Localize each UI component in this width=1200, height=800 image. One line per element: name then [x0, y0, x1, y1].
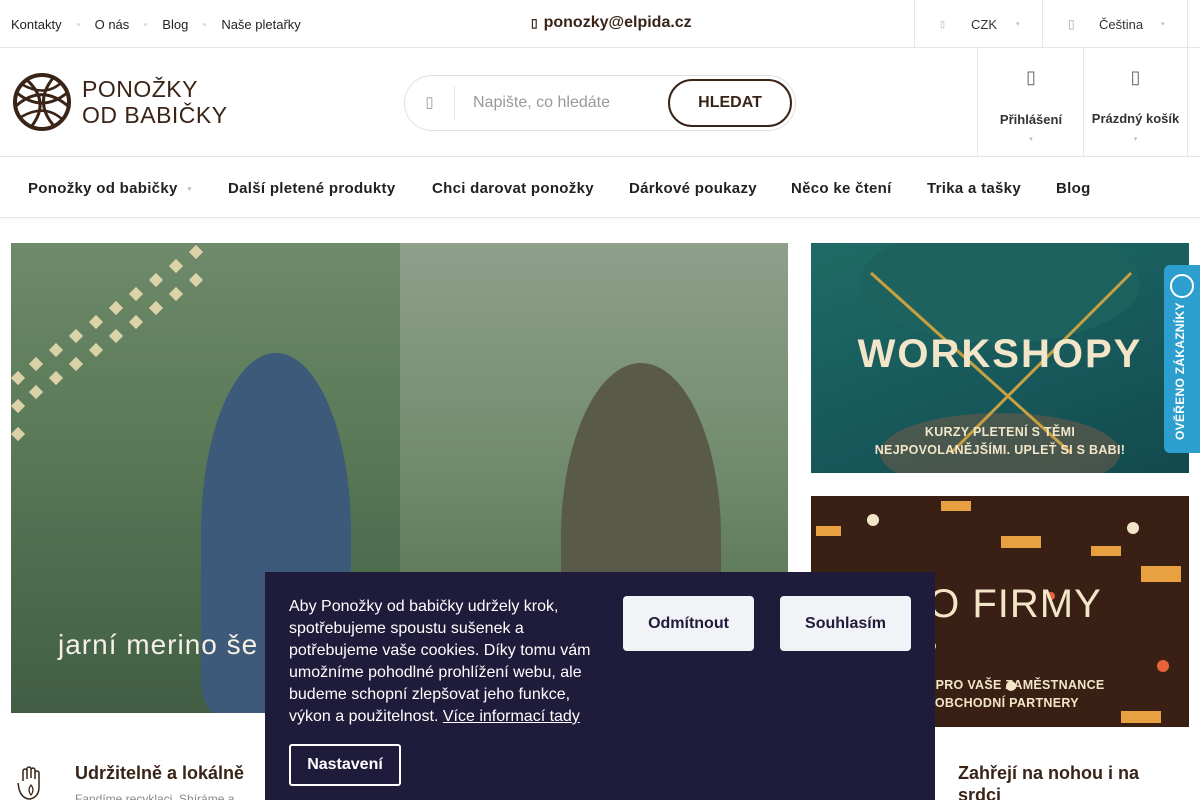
chevron-down-icon: ▾ [1029, 136, 1033, 143]
nav-label: Ponožky od babičky [28, 180, 178, 197]
email-link[interactable]: ▯ ponozky@elpida.cz [531, 14, 692, 32]
search-icon: ▯ [405, 86, 455, 120]
cart-label: Prázdný košík [1091, 111, 1180, 126]
hand-leaf-icon [17, 766, 40, 800]
subtitle-line: KURZY PLETENÍ S TĚMI [924, 425, 1076, 439]
workshop-banner[interactable]: WORKSHOPY KURZY PLETENÍ S TĚMI NEJPOVOLA… [811, 243, 1189, 473]
nav-item-blog[interactable]: Blog [1056, 180, 1091, 197]
workshop-subtitle: KURZY PLETENÍ S TĚMI NEJPOVOLANĚJŠÍMI. U… [811, 423, 1189, 459]
chevron-down-icon: ▾ [1161, 21, 1165, 28]
yarn-ball-icon [13, 73, 71, 131]
top-link-label: Kontakty [11, 16, 62, 32]
cookie-message: Aby Ponožky od babičky udržely krok, spo… [289, 598, 591, 725]
chevron-down-icon: ▾ [187, 186, 192, 194]
separator-dot [203, 22, 207, 26]
top-link-label: O nás [94, 16, 130, 32]
currency-label: CZK [971, 16, 997, 32]
login-label: Přihlášení [999, 112, 1063, 127]
top-link-label: Blog [162, 16, 189, 32]
feature-title-line: srdci [958, 785, 1002, 800]
nav-item-poukazy[interactable]: Dárkové poukazy [629, 180, 757, 197]
cart-button[interactable]: ▯ Prázdný košík ▾ [1083, 48, 1188, 156]
hero-text: jarní merino še [58, 629, 259, 660]
top-bar: Kontakty O nás Blog Naše pletařky ▯ pono… [0, 0, 1200, 48]
feature-title: Zahřejí na nohou i na srdci [958, 762, 1139, 800]
search-input[interactable] [473, 94, 663, 112]
user-icon: ▯ [1026, 67, 1036, 87]
logo-line: PONOŽKY [82, 76, 198, 102]
top-links: Kontakty O nás Blog Naše pletařky [11, 0, 301, 48]
search-bar: ▯ HLEDAT [404, 75, 796, 131]
feature-title-line: Zahřejí na nohou i na [958, 763, 1140, 783]
top-link-label: Naše pletařky [221, 16, 301, 32]
verified-badge-text: OVĚŘENO ZÁKAZNÍKY [1173, 302, 1187, 440]
cookie-reject-button[interactable]: Odmítnout [623, 596, 754, 651]
subtitle-line: NEJPOVOLANĚJŠÍMI. UPLEŤ SI S BABI! [874, 443, 1126, 457]
header: PONOŽKY OD BABIČKY ▯ HLEDAT ▯ Přihlášení… [0, 48, 1200, 157]
search-button[interactable]: HLEDAT [668, 79, 792, 127]
language-selector[interactable]: ▯ Čeština ▾ [1042, 0, 1188, 48]
cookie-consent: Aby Ponožky od babičky udržely krok, spo… [265, 572, 935, 800]
logo-text: PONOŽKY OD BABIČKY [82, 76, 228, 128]
top-link-pletarky[interactable]: Naše pletařky [221, 17, 300, 32]
cart-icon: ▯ [1130, 67, 1141, 87]
top-link-o-nas[interactable]: O nás [95, 17, 163, 32]
currency-icon: ▯ [940, 18, 945, 29]
currency-selector[interactable]: ▯ CZK ▾ [914, 0, 1043, 48]
separator-dot [76, 22, 80, 26]
cookie-settings-button[interactable]: Nastavení [289, 744, 401, 786]
main-nav: Ponožky od babičky ▾ Další pletené produk… [0, 158, 1200, 218]
email-text: ponozky@elpida.cz [543, 14, 692, 31]
language-label: Čeština [1099, 16, 1144, 32]
feature-text: Fandíme recyklaci. Shíráme a [75, 792, 235, 800]
logo-line: OD BABIČKY [82, 102, 228, 128]
feature-warm: Zahřejí na nohou i na srdci [958, 762, 1139, 800]
nav-item-trika[interactable]: Trika a tašky [927, 180, 1021, 197]
nav-item-darovat[interactable]: Chci darovat ponožky [432, 180, 594, 197]
login-button[interactable]: ▯ Přihlášení ▾ [977, 48, 1084, 156]
seal-icon [1170, 274, 1194, 298]
feature-title: Udržitelně a lokálně [75, 763, 245, 783]
top-link-blog[interactable]: Blog [162, 17, 221, 32]
envelope-icon: ▯ [531, 16, 538, 30]
cookie-accept-button[interactable]: Souhlasím [780, 596, 911, 651]
pattern-decoration [11, 244, 204, 442]
globe-icon: ▯ [1068, 17, 1075, 31]
nav-item-cteni[interactable]: Něco ke čtení [791, 180, 892, 197]
nav-item-pletene[interactable]: Další pletené produkty [228, 180, 395, 197]
workshop-title: WORKSHOPY [857, 332, 1143, 376]
separator-dot [144, 22, 148, 26]
cookie-text: Aby Ponožky od babičky udržely krok, spo… [289, 596, 599, 728]
chevron-down-icon: ▾ [1133, 136, 1138, 143]
top-link-kontakty[interactable]: Kontakty [11, 17, 95, 32]
cookie-more-info-link[interactable]: Více informací tady [443, 708, 580, 725]
chevron-down-icon: ▾ [1016, 21, 1020, 28]
verified-badge[interactable]: OVĚŘENO ZÁKAZNÍKY [1164, 265, 1200, 453]
nav-item-ponozky[interactable]: Ponožky od babičky ▾ [28, 180, 191, 197]
logo[interactable]: PONOŽKY OD BABIČKY [11, 73, 228, 131]
